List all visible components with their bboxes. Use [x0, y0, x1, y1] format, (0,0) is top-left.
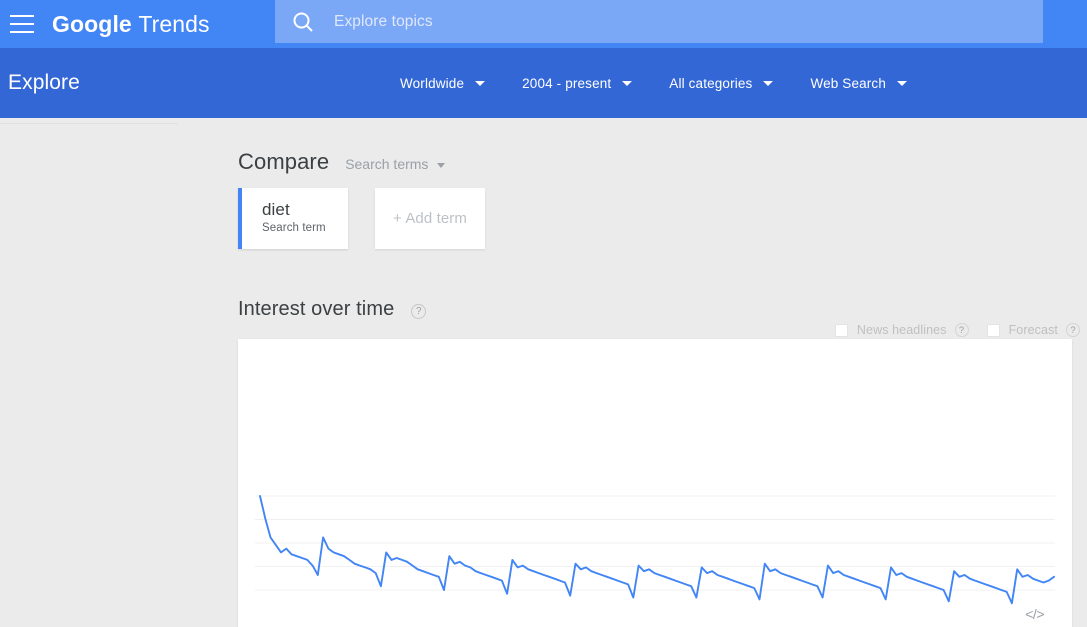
help-icon[interactable]: ? — [1066, 323, 1080, 337]
brand-google: Google — [52, 10, 132, 37]
sidebar-divider — [0, 123, 178, 124]
forecast-checkbox[interactable] — [986, 323, 1000, 337]
filter-timerange-label: 2004 - present — [522, 75, 612, 91]
filter-category[interactable]: All categories — [669, 75, 774, 91]
chart-toggle-group: News headlines ? Forecast ? — [817, 323, 1080, 337]
chevron-down-icon — [896, 80, 907, 86]
search-icon — [293, 11, 313, 32]
chevron-down-icon — [475, 80, 486, 86]
embed-code-icon[interactable]: </> — [1025, 606, 1044, 622]
compare-type-select[interactable]: Search terms — [345, 156, 446, 172]
hamburger-menu-icon[interactable] — [10, 15, 34, 33]
filter-timerange[interactable]: 2004 - present — [522, 75, 633, 91]
filter-location-label: Worldwide — [400, 75, 465, 91]
interest-over-time-chart-card: 200520072009201120132015 </> — [238, 339, 1072, 627]
toggle-forecast[interactable]: Forecast ? — [986, 323, 1080, 337]
add-term-label: + Add term — [393, 210, 467, 227]
compare-type-label: Search terms — [345, 156, 429, 172]
compare-title: Compare — [238, 149, 330, 174]
filter-search-type[interactable]: Web Search — [810, 76, 907, 91]
help-icon[interactable]: ? — [954, 323, 969, 337]
news-headlines-checkbox[interactable] — [834, 323, 848, 337]
chevron-down-icon — [622, 80, 633, 86]
chevron-down-icon — [437, 162, 446, 168]
page-body: Compare Search terms diet Search term + … — [0, 118, 1087, 627]
interest-over-time-header: Interest over time ? — [238, 298, 427, 321]
filter-location[interactable]: Worldwide — [400, 75, 486, 91]
top-app-bar: Google Trends Explore topics — [0, 0, 1087, 48]
term-card-diet[interactable]: diet Search term — [238, 188, 348, 249]
interest-over-time-chart[interactable]: 200520072009201120132015 — [238, 339, 1072, 627]
term-name: diet — [262, 200, 290, 219]
filter-category-label: All categories — [669, 75, 753, 91]
nav-filter-group: Worldwide 2004 - present All categories … — [400, 48, 907, 118]
compare-term-list: diet Search term + Add term — [238, 188, 485, 249]
search-input[interactable]: Explore topics — [275, 0, 1043, 43]
explore-nav-bar: Explore Worldwide 2004 - present All cat… — [0, 48, 1087, 118]
filter-search-type-label: Web Search — [810, 75, 886, 91]
compare-header: Compare Search terms — [238, 149, 446, 175]
forecast-label: Forecast — [1008, 323, 1058, 337]
google-trends-logo[interactable]: Google Trends — [52, 11, 210, 38]
add-term-button[interactable]: + Add term — [375, 188, 485, 249]
interest-over-time-title: Interest over time — [238, 298, 395, 320]
chevron-down-icon — [763, 80, 774, 86]
help-icon[interactable]: ? — [411, 304, 427, 319]
search-placeholder-text: Explore topics — [334, 12, 433, 30]
term-subtitle: Search term — [262, 222, 326, 234]
news-headlines-label: News headlines — [856, 323, 947, 337]
page-title: Explore — [8, 71, 80, 94]
toggle-news-headlines[interactable]: News headlines ? — [834, 323, 969, 337]
chart-gridlines — [255, 495, 1055, 591]
brand-trends: Trends — [138, 10, 210, 37]
chart-series-diet — [259, 495, 1055, 605]
